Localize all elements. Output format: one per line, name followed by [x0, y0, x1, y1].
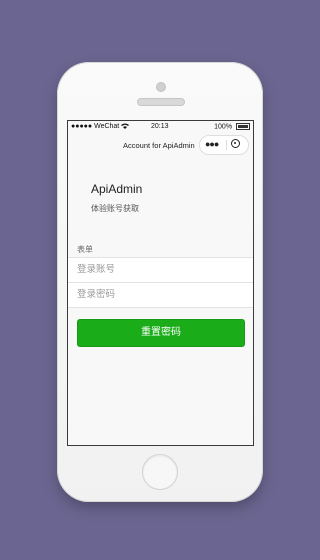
- miniprogram-capsule: ●●●: [199, 135, 249, 155]
- home-button[interactable]: [142, 454, 178, 490]
- battery-icon: [236, 123, 250, 130]
- more-dots-icon[interactable]: ●●●: [205, 139, 219, 149]
- status-battery: 100%: [214, 123, 250, 130]
- status-bar: ●●●●● WeChat 20:13 100%: [68, 121, 253, 133]
- app-description: 体验账号获取: [91, 204, 139, 213]
- phone-screen: ●●●●● WeChat 20:13 100% Account for ApiA…: [67, 120, 254, 446]
- status-time: 20:13: [151, 123, 169, 130]
- account-field: [68, 257, 253, 282]
- account-input[interactable]: [77, 262, 242, 277]
- capsule-divider: [226, 140, 227, 150]
- wifi-icon: [121, 123, 130, 130]
- password-input[interactable]: [77, 287, 242, 302]
- page-title: Account for ApiAdmin: [123, 141, 195, 150]
- app-name: ApiAdmin: [91, 182, 143, 196]
- reset-password-button[interactable]: 重置密码: [77, 319, 245, 347]
- earpiece-speaker: [137, 98, 185, 106]
- battery-percent: 100%: [214, 123, 233, 131]
- form-label: 表单: [77, 245, 93, 254]
- carrier-text: ●●●●● WeChat: [71, 123, 120, 130]
- front-camera: [156, 82, 166, 92]
- status-carrier: ●●●●● WeChat: [71, 123, 130, 130]
- password-field: [68, 282, 253, 308]
- target-icon[interactable]: [231, 139, 240, 148]
